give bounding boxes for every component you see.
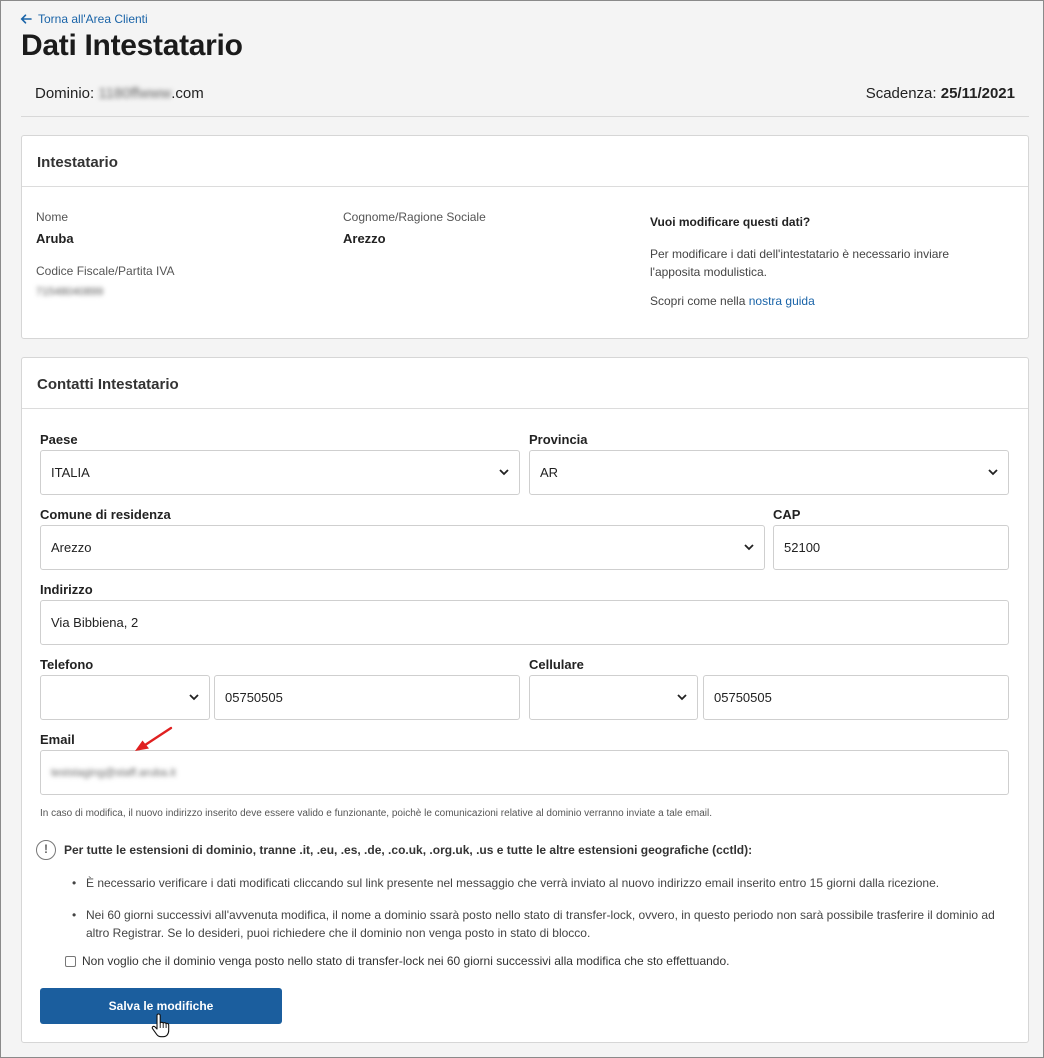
cellulare-label: Cellulare xyxy=(529,657,584,672)
cellulare-value: 05750505 xyxy=(714,690,772,705)
annotation-arrow-icon xyxy=(135,726,173,751)
help-text: Per modificare i dati dell'intestatario … xyxy=(650,247,950,279)
tax-value-blurred: 71548040899 xyxy=(36,286,104,298)
email-label: Email xyxy=(40,732,75,747)
name-label: Nome xyxy=(36,210,69,224)
help-guide: Scopri come nella nostra guida xyxy=(650,294,815,308)
back-link[interactable]: Torna all'Area Clienti xyxy=(20,12,148,26)
email-note: In caso di modifica, il nuovo indirizzo … xyxy=(40,808,713,819)
cellulare-prefix-select[interactable] xyxy=(529,675,698,720)
tax-label: Codice Fiscale/Partita IVA xyxy=(36,264,175,278)
exclamation-circle-icon: ! xyxy=(36,840,56,860)
warning-bullets: È necessario verificare i dati modificat… xyxy=(72,874,1016,956)
comune-label: Comune di residenza xyxy=(40,507,171,522)
comune-select[interactable]: Arezzo xyxy=(40,525,765,570)
indirizzo-value: Via Bibbiena, 2 xyxy=(51,615,139,630)
chevron-down-icon xyxy=(677,694,687,701)
paese-select[interactable]: ITALIA xyxy=(40,450,520,495)
page-title: Dati Intestatario xyxy=(21,29,243,62)
warning-row: ! Per tutte le estensioni di dominio, tr… xyxy=(36,840,752,860)
email-input[interactable]: teststaging@staff.aruba.it xyxy=(40,750,1009,795)
expiry-label: Scadenza: xyxy=(865,85,937,102)
cap-value: 52100 xyxy=(784,540,821,555)
chevron-down-icon xyxy=(988,469,998,476)
page-frame: Torna all'Area Clienti Dati Intestatario… xyxy=(0,0,1044,1058)
email-value-blurred: teststaging@staff.aruba.it xyxy=(51,766,176,779)
cellulare-input[interactable]: 05750505 xyxy=(703,675,1009,720)
chevron-down-icon xyxy=(499,469,509,476)
arrow-left-icon xyxy=(20,14,32,24)
back-link-label: Torna all'Area Clienti xyxy=(38,12,148,26)
cap-label: CAP xyxy=(773,507,801,522)
telefono-input[interactable]: 05750505 xyxy=(214,675,520,720)
comune-value: Arezzo xyxy=(51,540,92,555)
chevron-down-icon xyxy=(744,544,754,551)
paese-value: ITALIA xyxy=(51,465,90,480)
owner-card: Intestatario Nome Aruba Cognome/Ragione … xyxy=(21,135,1029,339)
indirizzo-label: Indirizzo xyxy=(40,582,93,597)
contacts-card-title: Contatti Intestatario xyxy=(22,358,1028,409)
provincia-select[interactable]: AR xyxy=(529,450,1009,495)
provincia-value: AR xyxy=(540,465,559,480)
name-value: Aruba xyxy=(36,231,74,246)
telefono-prefix-select[interactable] xyxy=(40,675,210,720)
list-item: Nei 60 giorni successivi all'avvenuta mo… xyxy=(72,906,1016,942)
help-title: Vuoi modificare questi dati? xyxy=(650,215,811,229)
checkbox-label: Non voglio che il dominio venga posto ne… xyxy=(82,954,730,968)
help-guide-prefix: Scopri come nella xyxy=(650,294,746,308)
chevron-down-icon xyxy=(189,694,199,701)
transfer-lock-checkbox[interactable] xyxy=(65,955,76,967)
domain-info: Dominio: 1180ffwww.com xyxy=(35,85,204,102)
telefono-value: 05750505 xyxy=(225,690,283,705)
telefono-label: Telefono xyxy=(40,657,94,672)
expiry-info: Scadenza: 25/11/2021 xyxy=(866,85,1015,102)
contacts-card: Contatti Intestatario Paese ITALIA Provi… xyxy=(21,357,1029,1043)
cap-input[interactable]: 52100 xyxy=(773,525,1009,570)
domain-name-blurred: 1180ffwww xyxy=(98,85,172,102)
owner-card-title: Intestatario xyxy=(22,136,1028,187)
domain-label: Dominio: xyxy=(35,85,95,102)
surname-label: Cognome/Ragione Sociale xyxy=(343,210,486,224)
surname-value: Arezzo xyxy=(343,231,386,246)
list-item: È necessario verificare i dati modificat… xyxy=(72,874,1016,892)
domain-tld: .com xyxy=(171,85,204,102)
provincia-label: Provincia xyxy=(529,432,588,447)
expiry-value: 25/11/2021 xyxy=(940,85,1015,102)
indirizzo-input[interactable]: Via Bibbiena, 2 xyxy=(40,600,1009,645)
domain-bar: Dominio: 1180ffwww.com Scadenza: 25/11/2… xyxy=(21,81,1029,117)
guide-link[interactable]: nostra guida xyxy=(749,294,815,308)
warning-title: Per tutte le estensioni di dominio, tran… xyxy=(64,843,753,857)
hand-cursor-icon xyxy=(151,1013,170,1038)
paese-label: Paese xyxy=(40,432,78,447)
transfer-lock-checkbox-row[interactable]: Non voglio che il dominio venga posto ne… xyxy=(65,954,729,968)
